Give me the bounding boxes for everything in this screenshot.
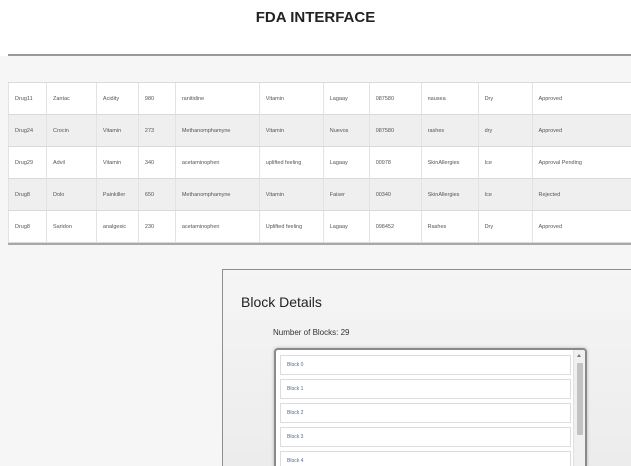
table-cell: Rashes: [420, 210, 479, 243]
table-cell: Drug29: [8, 146, 47, 179]
table-row: Drug8 Saridon analgesic 230 acetaminophen Upl…: [8, 210, 631, 243]
table-cell: Painkiller: [95, 178, 139, 211]
table-cell: Nuevos: [322, 114, 370, 147]
table-cell: Vitamin: [258, 82, 324, 115]
table-row: Drug24 Crocin Vitamin 273 Methanomphamyne Vit…: [8, 114, 631, 147]
block-details-title: Block Details: [241, 294, 322, 310]
table-cell: Methanomphamyne: [174, 114, 260, 147]
table-cell: Crocin: [45, 114, 97, 147]
block-list-item[interactable]: Block 4: [280, 451, 571, 466]
drug-table-panel: Drug11 Zantac Acidity 980 ranitidine Vitamin L…: [8, 82, 631, 243]
table-cell: Zantac: [45, 82, 97, 115]
table-cell: Saridon: [45, 210, 97, 243]
table-cell: rashes: [420, 114, 479, 147]
table-divider: [8, 243, 631, 245]
block-list-item[interactable]: Block 2: [280, 403, 571, 423]
page-title: FDA INTERFACE: [255, 9, 376, 26]
table-cell: dry: [477, 114, 532, 147]
table-cell: acetaminophen: [174, 210, 260, 243]
table-row: Drug8 Dolo Painkiller 650 Methanomphamyne Vit…: [8, 178, 631, 211]
block-list-scrollbar[interactable]: [573, 350, 585, 466]
table-cell: ranitidine: [174, 82, 260, 115]
block-list-item[interactable]: Block 0: [280, 355, 571, 375]
table-cell: Vitamin: [95, 114, 139, 147]
table-cell: 230: [137, 210, 176, 243]
table-cell: Dolo: [45, 178, 97, 211]
table-cell: 087580: [368, 82, 422, 115]
table-cell: Dry: [477, 82, 532, 115]
table-cell: Vitamin: [258, 114, 324, 147]
drug-table-body: Drug11 Zantac Acidity 980 ranitidine Vitamin L…: [8, 82, 631, 243]
table-cell: 00340: [368, 178, 422, 211]
table-cell: Uplifted feeling: [258, 210, 324, 243]
app-header: FDA INTERFACE: [0, 0, 631, 56]
table-cell: Drug8: [8, 178, 47, 211]
table-cell: Approval Pending: [531, 146, 631, 179]
table-cell: Ice: [477, 146, 532, 179]
table-cell: Drug11: [8, 82, 47, 115]
table-cell: Lagaay: [322, 82, 370, 115]
table-cell: 00978: [368, 146, 422, 179]
table-cell: Acidity: [95, 82, 139, 115]
table-cell: Approved: [531, 210, 631, 243]
table-cell: Advil: [45, 146, 97, 179]
table-cell: SkinAllergies: [420, 178, 479, 211]
table-cell: Approved: [531, 114, 631, 147]
table-cell: SkinAllergies: [420, 146, 479, 179]
table-cell: Ice: [477, 178, 532, 211]
table-cell: Dry: [477, 210, 532, 243]
scrollbar-thumb[interactable]: [577, 363, 583, 435]
table-cell: Faiser: [322, 178, 370, 211]
header-divider: [8, 54, 631, 56]
table-cell: Vitamin: [95, 146, 139, 179]
table-cell: analgesic: [95, 210, 139, 243]
table-cell: acetaminophen: [174, 146, 260, 179]
drug-table: Drug11 Zantac Acidity 980 ranitidine Vitamin L…: [8, 82, 631, 243]
block-list-item[interactable]: Block 3: [280, 427, 571, 447]
table-cell: 340: [137, 146, 176, 179]
table-cell: 087580: [368, 114, 422, 147]
table-cell: 980: [137, 82, 176, 115]
table-cell: uplifted feeling: [258, 146, 324, 179]
table-cell: Vitamin: [258, 178, 324, 211]
table-cell: Drug8: [8, 210, 47, 243]
table-cell: Approved: [531, 82, 631, 115]
table-cell: Lagaay: [322, 210, 370, 243]
table-cell: 650: [137, 178, 176, 211]
table-cell: 098452: [368, 210, 422, 243]
table-cell: Methanomphamyne: [174, 178, 260, 211]
table-cell: Drug24: [8, 114, 47, 147]
block-count-label: Number of Blocks: 29: [273, 328, 350, 337]
table-cell: Rejected: [531, 178, 631, 211]
table-row: Drug11 Zantac Acidity 980 ranitidine Vitamin L…: [8, 82, 631, 115]
block-details-panel: Block Details Number of Blocks: 29 Block…: [222, 269, 631, 466]
scroll-up-arrow-icon[interactable]: [577, 354, 581, 357]
block-list[interactable]: Block 0 Block 1 Block 2 Block 3 Block 4: [274, 348, 587, 466]
table-cell: 273: [137, 114, 176, 147]
table-cell: nausea: [420, 82, 479, 115]
block-list-item[interactable]: Block 1: [280, 379, 571, 399]
table-row: Drug29 Advil Vitamin 340 acetaminophen uplift…: [8, 146, 631, 179]
table-cell: Lagaay: [322, 146, 370, 179]
